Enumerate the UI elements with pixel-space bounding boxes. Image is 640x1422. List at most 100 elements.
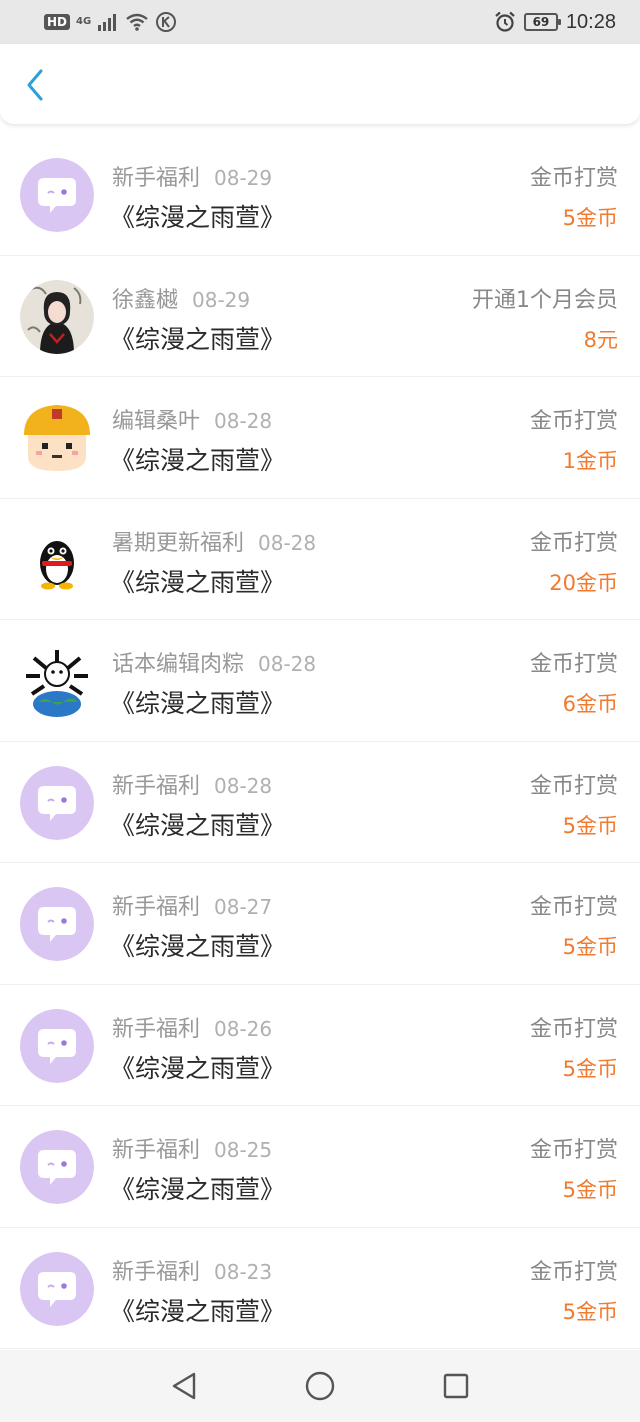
status-left: HD 4G <box>44 8 177 36</box>
nav-back-button[interactable] <box>166 1368 202 1404</box>
book-title: 《综漫之雨萱》 <box>110 324 286 354</box>
reward-amount: 5金币 <box>562 206 618 230</box>
record-date: 08-29 <box>192 287 251 312</box>
list-item[interactable]: 新手福利 08-29 《综漫之雨萱》 金币打赏 5金币 <box>0 134 640 256</box>
sender-line: 徐鑫樾 08-29 <box>112 282 250 314</box>
list-item[interactable]: 新手福利 08-25 《综漫之雨萱》 金币打赏 5金币 <box>0 1106 640 1228</box>
status-right: 69 10:28 <box>494 8 616 36</box>
list-item[interactable]: 新手福利 08-26 《综漫之雨萱》 金币打赏 5金币 <box>0 985 640 1106</box>
record-date: 08-27 <box>214 895 273 919</box>
record-date: 08-23 <box>214 1259 273 1284</box>
list-item[interactable]: 新手福利 08-23 《综漫之雨萱》 金币打赏 5金币 <box>0 1228 640 1349</box>
alarm-icon <box>495 11 515 32</box>
record-date: 08-29 <box>214 166 273 190</box>
book-title: 《综漫之雨萱》 <box>110 567 286 597</box>
sender-line: 编辑桑叶 08-28 <box>112 403 272 435</box>
reward-type: 金币打赏 <box>529 166 618 191</box>
book-title: 《综漫之雨萱》 <box>110 810 286 840</box>
reward-type: 金币打赏 <box>529 652 618 677</box>
reward-type: 金币打赏 <box>529 895 618 920</box>
record-date: 08-26 <box>214 1016 273 1041</box>
back-button[interactable] <box>18 68 52 102</box>
header <box>0 44 640 124</box>
reward-type: 开通1个月会员 <box>472 287 618 313</box>
reward-amount: 5金币 <box>562 935 618 959</box>
penguin-avatar <box>20 522 94 597</box>
navigation-bar <box>0 1350 640 1422</box>
sender-name: 新手福利 <box>112 1259 201 1285</box>
sender-line: 暑期更新福利 08-28 <box>112 525 316 557</box>
book-title: 《综漫之雨萱》 <box>110 689 286 718</box>
sender-line: 新手福利 08-28 <box>112 768 272 800</box>
record-date: 08-25 <box>214 1138 273 1162</box>
sender-line: 新手福利 08-26 <box>112 1011 272 1043</box>
home-circle-icon <box>305 1371 335 1401</box>
sender-line: 话本编辑肉粽 08-28 <box>112 646 316 678</box>
chat-bubble-icon <box>20 158 94 232</box>
list-item[interactable]: 编辑桑叶 08-28 《综漫之雨萱》 金币打赏 1金币 <box>0 377 640 499</box>
reward-amount: 5金币 <box>562 813 618 838</box>
sender-name: 新手福利 <box>112 895 201 920</box>
book-title: 《综漫之雨萱》 <box>110 446 286 475</box>
book-title: 《综漫之雨萱》 <box>110 932 286 961</box>
chat-bubble-icon <box>20 1251 94 1326</box>
reward-amount: 8元 <box>583 327 618 352</box>
sender-line: 新手福利 08-27 <box>112 889 272 921</box>
record-list: 新手福利 08-29 《综漫之雨萱》 金币打赏 5金币 徐鑫樾 08-29 《综漫之… <box>0 134 640 1349</box>
reward-type: 金币打赏 <box>529 409 618 434</box>
book-title: 《综漫之雨萱》 <box>110 203 286 232</box>
wifi-icon <box>126 13 148 31</box>
chevron-left-icon <box>27 69 43 101</box>
reward-amount: 5金币 <box>562 1056 618 1081</box>
sender-name: 新手福利 <box>112 1016 201 1042</box>
list-item[interactable]: 新手福利 08-27 《综漫之雨萱》 金币打赏 5金币 <box>0 863 640 985</box>
status-bar: HD 4G 69 10:28 <box>0 0 640 44</box>
reward-type: 金币打赏 <box>529 1259 618 1285</box>
globe-avatar <box>20 644 94 718</box>
record-date: 08-28 <box>258 530 317 555</box>
list-item[interactable]: 新手福利 08-28 《综漫之雨萱》 金币打赏 5金币 <box>0 742 640 863</box>
sender-name: 徐鑫樾 <box>112 287 179 313</box>
book-title: 《综漫之雨萱》 <box>110 1175 286 1204</box>
reward-amount: 5金币 <box>562 1299 618 1324</box>
reward-type: 金币打赏 <box>529 1138 618 1163</box>
k-icon <box>156 12 177 32</box>
book-title: 《综漫之雨萱》 <box>110 1053 286 1083</box>
hd-badge: HD <box>44 14 71 30</box>
list-item[interactable]: 话本编辑肉粽 08-28 《综漫之雨萱》 金币打赏 6金币 <box>0 620 640 742</box>
back-triangle-icon <box>172 1372 196 1400</box>
sender-name: 暑期更新福利 <box>112 530 245 556</box>
sender-line: 新手福利 08-25 <box>112 1132 272 1164</box>
chat-bubble-icon <box>20 765 94 840</box>
pixel-character-avatar <box>20 401 94 475</box>
chat-bubble-icon <box>20 1130 94 1204</box>
sender-line: 新手福利 08-23 <box>112 1254 272 1286</box>
network-type: 4G <box>76 16 92 27</box>
reward-amount: 5金币 <box>562 1178 618 1202</box>
record-date: 08-28 <box>214 773 273 798</box>
battery-indicator: 69 <box>523 13 561 31</box>
nav-recents-button[interactable] <box>438 1368 474 1404</box>
chat-bubble-icon <box>20 887 94 961</box>
sender-line: 新手福利 08-29 <box>112 160 272 192</box>
clock: 10:28 <box>565 10 616 33</box>
reward-type: 金币打赏 <box>529 1016 618 1042</box>
sender-name: 新手福利 <box>112 1138 201 1163</box>
reward-amount: 6金币 <box>562 692 618 716</box>
signal-icon <box>98 14 117 31</box>
reward-type: 金币打赏 <box>529 530 618 556</box>
reward-amount: 1金币 <box>562 449 618 473</box>
recents-square-icon <box>443 1373 469 1399</box>
sender-name: 编辑桑叶 <box>112 409 201 434</box>
chat-bubble-icon <box>20 1008 94 1083</box>
reward-amount: 20金币 <box>549 570 618 595</box>
sender-name: 新手福利 <box>112 166 201 191</box>
user-avatar <box>20 279 94 354</box>
book-title: 《综漫之雨萱》 <box>110 1296 286 1326</box>
reward-type: 金币打赏 <box>529 773 618 799</box>
sender-name: 新手福利 <box>112 773 201 799</box>
list-item[interactable]: 暑期更新福利 08-28 《综漫之雨萱》 金币打赏 20金币 <box>0 499 640 620</box>
record-date: 08-28 <box>258 652 317 676</box>
nav-home-button[interactable] <box>302 1368 338 1404</box>
list-item[interactable]: 徐鑫樾 08-29 《综漫之雨萱》 开通1个月会员 8元 <box>0 256 640 377</box>
